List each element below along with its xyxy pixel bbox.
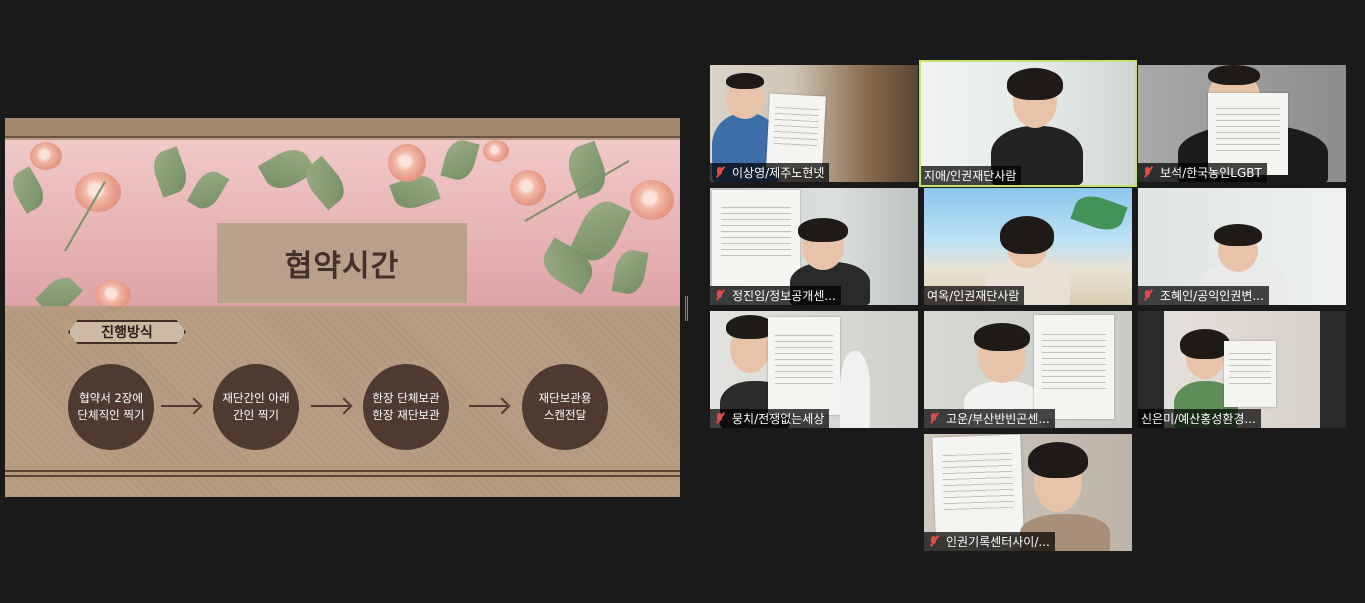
- video-tile-6[interactable]: 조혜인/공익인권변...: [1138, 188, 1346, 305]
- slide-flower-photo: 협약시간: [5, 140, 680, 306]
- slide-title: 협약시간: [284, 249, 400, 284]
- participant-name: 고운/부산반빈곤센...: [946, 412, 1050, 426]
- participant-nameplate: 여옥/인권재단사람: [924, 286, 1025, 305]
- participant-nameplate: 조혜인/공익인권변...: [1138, 286, 1269, 305]
- mic-muted-icon: [1141, 166, 1155, 179]
- leaf-decoration: [6, 166, 50, 214]
- slide-title-box: 협약시간: [217, 223, 467, 303]
- participant-nameplate: 신은미/예산홍성환경...: [1138, 409, 1261, 428]
- rose-decoration: [388, 144, 426, 182]
- step-4-line1: 재단보관용: [538, 391, 592, 405]
- step-1-line1: 협약서 2장에: [79, 391, 143, 405]
- step-circle-3: 한장 단체보관 한장 재단보관: [363, 364, 449, 450]
- participant-name: 조혜인/공익인권변...: [1160, 289, 1264, 303]
- participant-nameplate: 인권기록센터사이/...: [924, 532, 1055, 551]
- video-tile-8[interactable]: 고운/부산반빈곤센...: [924, 311, 1132, 428]
- participant-nameplate: 고운/부산반빈곤센...: [924, 409, 1055, 428]
- leaf-decoration: [611, 247, 649, 297]
- participant-nameplate: 보석/한국농인LGBT: [1138, 163, 1267, 182]
- participant-name: 이상영/제주노현넷: [732, 166, 825, 180]
- slide-rule: [5, 470, 680, 472]
- video-tile-1[interactable]: 이상영/제주노현넷: [710, 65, 918, 182]
- step-circle-1: 협약서 2장에 단체직인 찍기: [68, 364, 154, 450]
- participant-name: 신은미/예산홍성환경...: [1141, 412, 1256, 426]
- mic-muted-icon: [713, 166, 727, 179]
- participant-name: 뭉치/전쟁없는세상: [732, 412, 825, 426]
- video-tile-10[interactable]: 인권기록센터사이/...: [924, 434, 1132, 551]
- step-circle-4: 재단보관용 스캔전달: [522, 364, 608, 450]
- step-3-line2: 한장 재단보관: [372, 408, 440, 422]
- step-2-line1: 재단간인 아래: [222, 391, 290, 405]
- rose-decoration: [95, 280, 131, 306]
- rose-decoration: [630, 180, 674, 220]
- video-tile-5[interactable]: 여옥/인권재단사람: [924, 188, 1132, 305]
- participant-name: 여옥/인권재단사람: [927, 289, 1020, 303]
- mic-muted-icon: [927, 535, 941, 548]
- step-1-line2: 단체직인 찍기: [77, 408, 145, 422]
- arrow-icon: [469, 405, 507, 407]
- video-tile-4[interactable]: 정진임/정보공개센...: [710, 188, 918, 305]
- participant-name: 정진임/정보공개센...: [732, 289, 836, 303]
- slide-top-band: [5, 118, 680, 138]
- slide-rule: [5, 475, 680, 477]
- participant-name: 보석/한국농인LGBT: [1160, 166, 1262, 180]
- participant-nameplate: 정진임/정보공개센...: [710, 286, 841, 305]
- process-tag: 진행방식: [68, 320, 186, 344]
- leaf-decoration: [34, 270, 84, 306]
- rose-decoration: [483, 140, 509, 162]
- arrow-icon: [311, 405, 349, 407]
- step-3-line1: 한장 단체보관: [372, 391, 440, 405]
- leaf-decoration: [148, 146, 192, 198]
- video-tile-3[interactable]: 보석/한국농인LGBT: [1138, 65, 1346, 182]
- leaf-decoration: [440, 140, 480, 184]
- participant-nameplate: 지애/인권재단사람: [921, 166, 1022, 185]
- mic-muted-icon: [713, 412, 727, 425]
- video-tile-9[interactable]: 신은미/예산홍성환경...: [1138, 311, 1346, 428]
- rose-decoration: [510, 170, 546, 206]
- video-tile-2[interactable]: 지애/인권재단사람: [919, 60, 1137, 187]
- shared-screen: 협약시간 진행방식 협약서 2장에 단체직인 찍기 재단간인 아래 간인 찍기 …: [5, 118, 680, 497]
- participant-nameplate: 뭉치/전쟁없는세상: [710, 409, 830, 428]
- rose-decoration: [30, 142, 62, 170]
- step-circle-2: 재단간인 아래 간인 찍기: [213, 364, 299, 450]
- leaf-decoration: [562, 140, 612, 200]
- step-2-line2: 간인 찍기: [233, 408, 279, 422]
- leaf-decoration: [186, 166, 230, 214]
- mic-muted-icon: [927, 412, 941, 425]
- mic-muted-icon: [713, 289, 727, 302]
- process-tag-label: 진행방식: [101, 325, 153, 341]
- participant-name: 인권기록센터사이/...: [946, 535, 1050, 549]
- step-4-line2: 스캔전달: [543, 408, 587, 422]
- video-tile-7[interactable]: 뭉치/전쟁없는세상: [710, 311, 918, 428]
- arrow-icon: [161, 405, 199, 407]
- mic-muted-icon: [1141, 289, 1155, 302]
- participant-nameplate: 이상영/제주노현넷: [710, 163, 830, 182]
- participant-name: 지애/인권재단사람: [924, 169, 1017, 183]
- panel-resize-handle[interactable]: [685, 296, 688, 321]
